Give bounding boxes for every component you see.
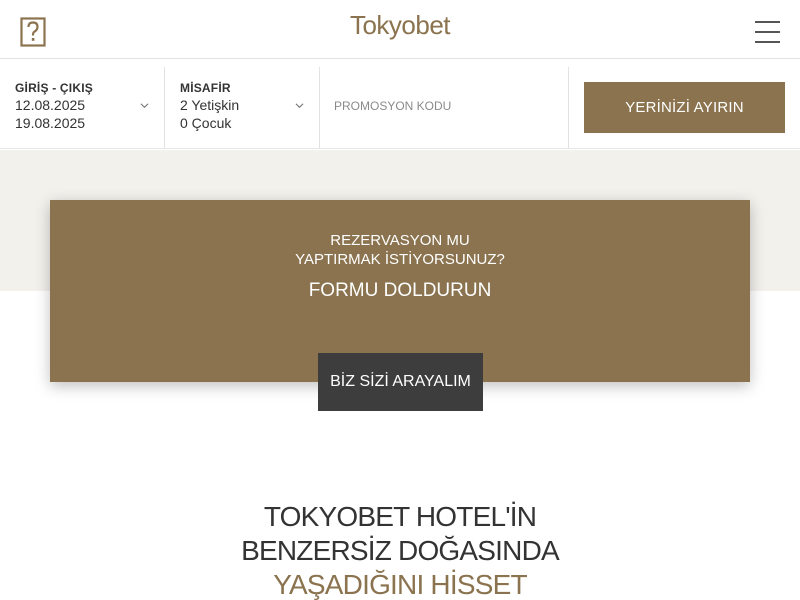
promo-code-input[interactable] xyxy=(334,95,554,117)
dates-label: GİRİŞ - ÇIKIŞ xyxy=(15,81,93,95)
guests-label: MİSAFİR xyxy=(180,81,231,95)
headline-line2: BENZERSİZ DOĞASINDA xyxy=(241,535,560,566)
section-headline: TOKYOBET HOTEL'İN BENZERSİZ DOĞASINDA YA… xyxy=(0,500,800,600)
reserve-button[interactable]: YERİNİZİ AYIRIN xyxy=(584,82,785,133)
brand-title[interactable]: Tokyobet xyxy=(0,10,800,41)
hamburger-menu-icon[interactable] xyxy=(755,21,780,43)
chevron-down-icon xyxy=(140,103,149,109)
callout-question-line1: REZERVASYON MU xyxy=(330,232,470,249)
children-count: 0 Çocuk xyxy=(180,115,232,131)
headline-line3: YAŞADIĞINI HİSSET xyxy=(273,569,527,600)
check-in-date: 12.08.2025 xyxy=(15,97,86,113)
promo-code-field xyxy=(320,67,569,149)
site-header: Tokyobet xyxy=(0,0,800,59)
adults-count: 2 Yetişkin xyxy=(180,97,240,113)
chevron-down-icon xyxy=(295,103,304,109)
booking-bar: GİRİŞ - ÇIKIŞ 12.08.2025 19.08.2025 MİSA… xyxy=(0,67,800,149)
headline-line1: TOKYOBET HOTEL'İN xyxy=(263,501,537,532)
call-me-button[interactable]: BİZ SİZİ ARAYALIM xyxy=(318,353,483,411)
callout-cta-text[interactable]: FORMU DOLDURUN xyxy=(50,279,750,303)
callout-question-line2: YAPTIRMAK İSTİYORSUNUZ? xyxy=(295,251,505,268)
check-out-date: 19.08.2025 xyxy=(15,115,86,131)
guest-selector[interactable]: MİSAFİR 2 Yetişkin 0 Çocuk xyxy=(165,67,320,149)
date-range-selector[interactable]: GİRİŞ - ÇIKIŞ 12.08.2025 19.08.2025 xyxy=(0,67,165,149)
